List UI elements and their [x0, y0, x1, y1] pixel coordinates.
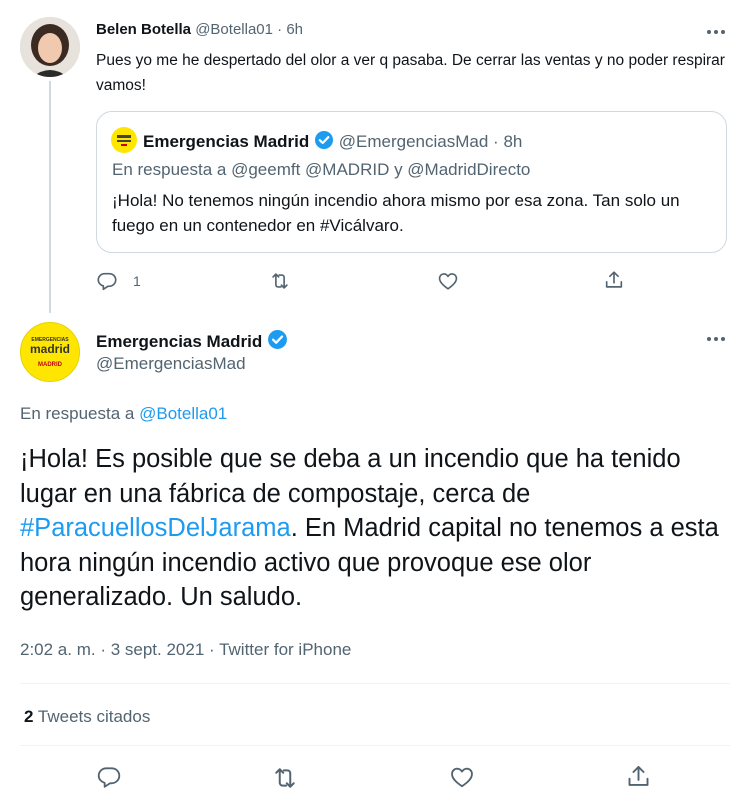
tweet-text: Pues yo me he despertado del olor a ver … — [96, 52, 725, 94]
avatar — [111, 127, 137, 153]
reply-prefix: En respuesta a — [112, 160, 227, 179]
divider — [20, 745, 730, 746]
quote-tweets-stat[interactable]: 2 Tweets citados — [24, 707, 150, 727]
quoted-text: ¡Hola! No tenemos ningún incendio ahora … — [112, 191, 680, 235]
hashtag-link[interactable]: #ParacuellosDelJarama — [20, 514, 291, 542]
like-icon[interactable] — [437, 270, 459, 292]
author-name[interactable]: Belen Botella — [96, 21, 191, 38]
quote-count: 2 — [24, 707, 34, 726]
logo-line-3: MADRID — [38, 362, 62, 368]
reply-icon[interactable] — [96, 270, 118, 292]
reply-to-link[interactable]: @Botella01 — [139, 404, 227, 423]
reply-count: 1 — [133, 273, 141, 289]
quoted-header: Emergencias Madrid @EmergenciasMad · 8h — [143, 130, 522, 155]
verified-badge-icon — [267, 329, 288, 355]
avatar[interactable]: EMERGENCIAS madrid MADRID — [20, 322, 80, 382]
quoted-tweet-card[interactable]: Emergencias Madrid @EmergenciasMad · 8h … — [96, 111, 727, 253]
author-name[interactable]: Emergencias Madrid — [96, 329, 288, 355]
reply-header: Belen Botella @Botella01 · 6h — [96, 21, 304, 38]
quote-label: Tweets citados — [37, 707, 151, 726]
reply-context: En respuesta a @geemft @MADRID y @Madrid… — [112, 160, 530, 180]
author-handle: @EmergenciasMad — [338, 132, 489, 151]
retweet-icon[interactable] — [269, 270, 291, 292]
avatar[interactable] — [20, 17, 80, 77]
main-tweet-text: ¡Hola! Es posible que se deba a un incen… — [20, 445, 719, 611]
more-icon[interactable] — [707, 30, 725, 34]
divider — [20, 683, 730, 684]
share-icon[interactable] — [603, 269, 625, 291]
thread-line — [49, 81, 51, 313]
more-icon[interactable] — [707, 337, 725, 341]
user-photo — [20, 17, 80, 77]
reply-to: @geemft @MADRID y @MadridDirecto — [231, 160, 531, 179]
like-icon[interactable] — [449, 764, 475, 790]
tweet-timestamp[interactable]: 2:02 a. m. · 3 sept. 2021 · Twitter for … — [20, 640, 351, 660]
reply-prefix: En respuesta a — [20, 404, 135, 423]
emergencias-logo-icon — [117, 135, 131, 146]
author-name: Emergencias Madrid — [143, 132, 310, 151]
logo-line-2: madrid — [29, 342, 70, 356]
reply-icon[interactable] — [96, 764, 122, 790]
verified-badge-icon — [314, 130, 334, 155]
author-handle[interactable]: @EmergenciasMad — [96, 354, 246, 374]
share-icon[interactable] — [625, 763, 652, 790]
author-handle[interactable]: @Botella01 — [195, 21, 273, 38]
tweet-time: 8h — [503, 132, 523, 151]
retweet-icon[interactable] — [271, 764, 299, 792]
reply-context: En respuesta a @Botella01 — [20, 404, 227, 424]
tweet-time[interactable]: 6h — [286, 21, 303, 38]
